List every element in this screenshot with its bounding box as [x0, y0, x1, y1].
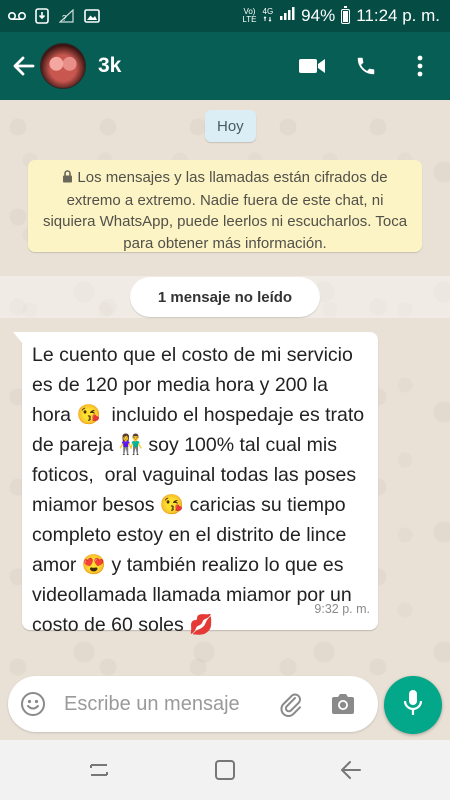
compose-field [8, 676, 378, 732]
incoming-message[interactable]: Le cuento que el costo de mi servicio es… [13, 332, 378, 636]
encryption-text: Los mensajes y las llamadas están cifrad… [42, 169, 408, 252]
no-signal-icon: ? [58, 8, 76, 24]
image-icon [83, 8, 101, 24]
mic-icon [403, 689, 423, 722]
volte-indicator: Vo) LTE [242, 7, 257, 24]
encryption-notice[interactable]: Los mensajes y las llamadas están cifrad… [28, 160, 422, 252]
unread-badge: 1 mensaje no leído [130, 277, 320, 317]
back-nav-icon[interactable] [338, 758, 364, 782]
back-arrow-icon[interactable] [6, 48, 42, 84]
signal-icon [279, 6, 295, 26]
download-icon [33, 8, 51, 24]
network-indicator: 4G [263, 8, 273, 24]
home-icon[interactable] [212, 758, 238, 782]
system-nav-bar [0, 740, 450, 800]
avatar[interactable] [40, 43, 86, 89]
voicemail-icon [8, 8, 26, 24]
clock: 11:24 p. m. [356, 6, 440, 25]
more-vert-icon[interactable] [406, 52, 434, 80]
battery-percent: 94% [301, 6, 336, 25]
emoji-icon[interactable] [18, 689, 48, 719]
video-call-icon[interactable] [298, 52, 326, 80]
lock-icon [62, 168, 73, 190]
camera-icon[interactable] [327, 688, 359, 720]
chat-header: 3k [0, 32, 450, 100]
chat-area[interactable]: Hoy Los mensajes y las llamadas están ci… [0, 100, 450, 740]
phone-icon[interactable] [352, 52, 380, 80]
mic-button[interactable] [384, 676, 442, 734]
svg-text:?: ? [62, 14, 67, 23]
message-input[interactable] [62, 691, 261, 717]
status-bar: ? Vo) LTE 4G 94% 11:24 p. m. [0, 0, 450, 32]
compose-bar [0, 668, 450, 740]
recent-apps-icon[interactable] [86, 758, 112, 782]
date-chip: Hoy [205, 110, 256, 142]
battery-icon [341, 5, 351, 24]
message-time: 9:32 p. m. [314, 602, 370, 616]
attach-icon[interactable] [275, 688, 307, 720]
contact-name[interactable]: 3k [98, 54, 121, 78]
